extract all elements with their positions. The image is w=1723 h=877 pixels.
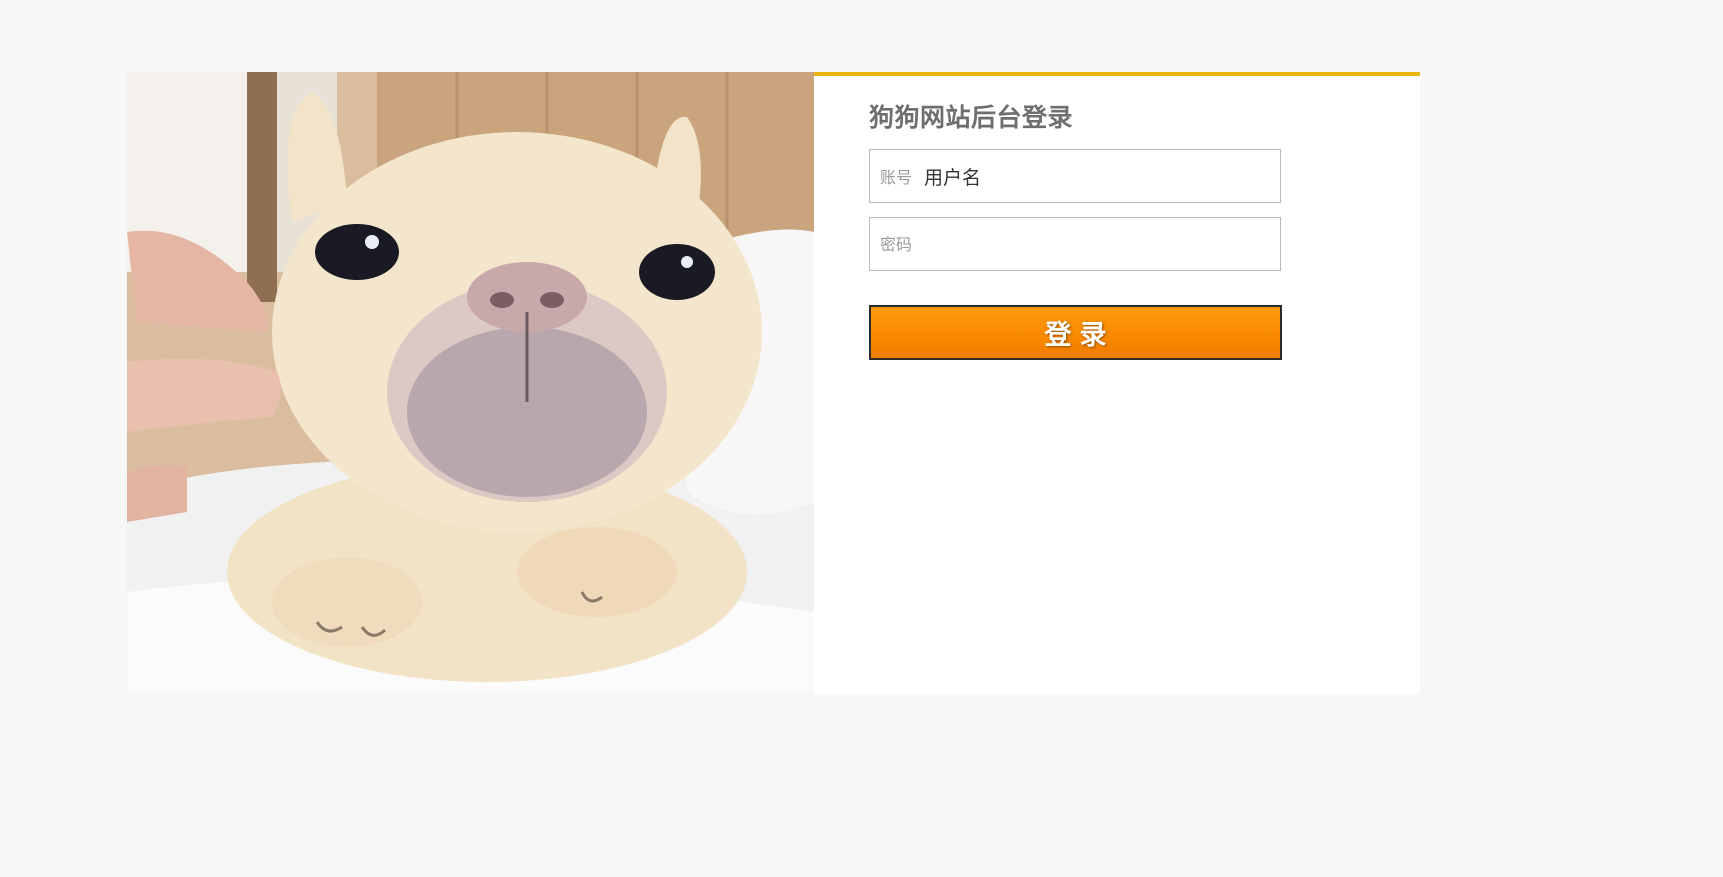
password-input[interactable]: [880, 218, 1280, 270]
account-field[interactable]: 账号: [869, 149, 1281, 203]
login-button[interactable]: 登录: [869, 305, 1282, 360]
account-label: 账号: [880, 168, 913, 187]
password-field[interactable]: [869, 217, 1281, 271]
hero-photo: [127, 72, 814, 690]
french-bulldog-photo: [127, 72, 814, 690]
account-input[interactable]: [924, 150, 1280, 202]
login-title: 狗狗网站后台登录: [869, 103, 1074, 132]
login-panel: 狗狗网站后台登录 账号 登录: [814, 72, 1420, 694]
